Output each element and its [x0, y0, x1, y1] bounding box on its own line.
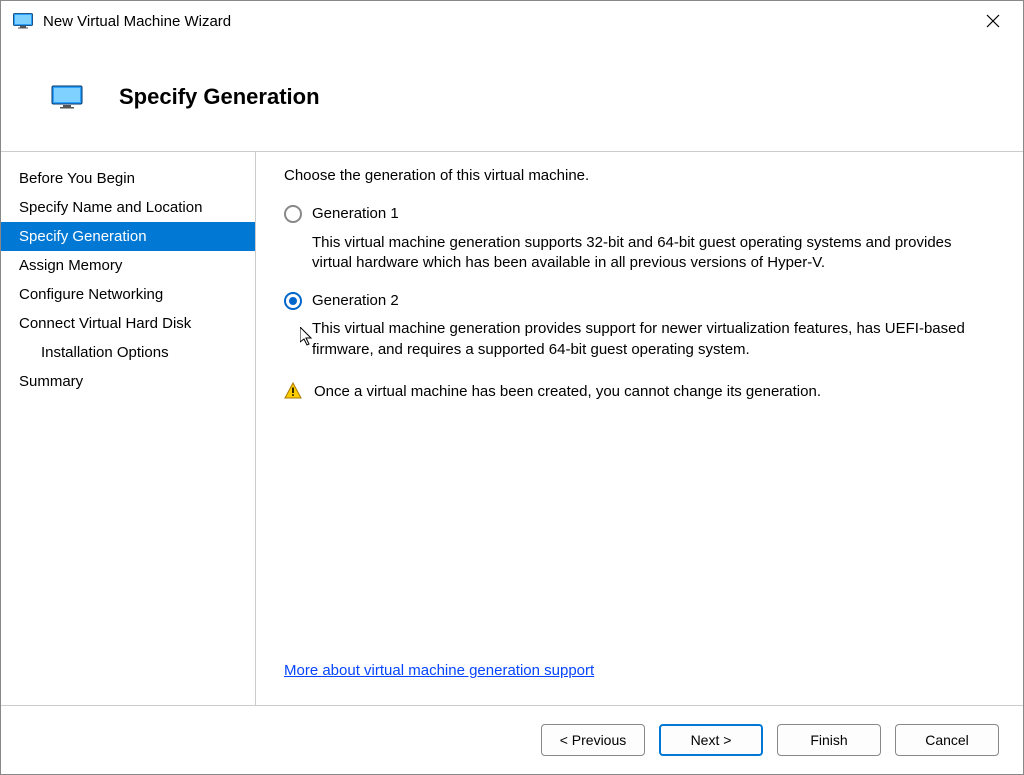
titlebar: New Virtual Machine Wizard — [1, 1, 1023, 42]
generation-1-option[interactable]: Generation 1 — [284, 204, 1005, 224]
sidebar-item-assign-memory[interactable]: Assign Memory — [1, 251, 255, 280]
radio-unchecked-icon — [284, 205, 302, 223]
warning-text: Once a virtual machine has been created,… — [314, 382, 821, 402]
sidebar-item-specify-generation[interactable]: Specify Generation — [1, 222, 255, 251]
generation-1-label: Generation 1 — [312, 204, 399, 224]
generation-2-label: Generation 2 — [312, 291, 399, 311]
sidebar-item-label: Specify Generation — [19, 228, 147, 245]
finish-button[interactable]: Finish — [777, 724, 881, 756]
content-panel: Choose the generation of this virtual ma… — [256, 152, 1023, 705]
sidebar-item-label: Connect Virtual Hard Disk — [19, 315, 191, 332]
sidebar-item-specify-name[interactable]: Specify Name and Location — [1, 193, 255, 222]
sidebar-item-summary[interactable]: Summary — [1, 367, 255, 396]
radio-checked-icon — [284, 292, 302, 310]
sidebar-item-label: Specify Name and Location — [19, 199, 202, 216]
warning-row: Once a virtual machine has been created,… — [284, 382, 1005, 402]
next-button[interactable]: Next > — [659, 724, 763, 756]
sidebar-item-label: Summary — [19, 373, 83, 390]
sidebar-item-before-you-begin[interactable]: Before You Begin — [1, 164, 255, 193]
wizard-footer: < Previous Next > Finish Cancel — [1, 705, 1023, 774]
close-button[interactable] — [973, 1, 1013, 41]
sidebar-item-configure-networking[interactable]: Configure Networking — [1, 280, 255, 309]
intro-text: Choose the generation of this virtual ma… — [284, 166, 1005, 186]
page-title: Specify Generation — [119, 84, 320, 110]
app-icon — [13, 13, 33, 29]
generation-2-description: This virtual machine generation provides… — [312, 319, 995, 360]
sidebar-item-label: Assign Memory — [19, 257, 122, 274]
wizard-body: Before You Begin Specify Name and Locati… — [1, 152, 1023, 705]
previous-button[interactable]: < Previous — [541, 724, 645, 756]
wizard-header: Specify Generation — [1, 42, 1023, 152]
header-icon — [51, 85, 83, 109]
sidebar-item-label: Before You Begin — [19, 170, 135, 187]
warning-icon — [284, 382, 302, 400]
more-info-link[interactable]: More about virtual machine generation su… — [284, 662, 594, 679]
sidebar-item-label: Configure Networking — [19, 286, 163, 303]
generation-1-description: This virtual machine generation supports… — [312, 233, 995, 274]
sidebar-item-connect-vhd[interactable]: Connect Virtual Hard Disk — [1, 309, 255, 338]
sidebar-item-installation-options[interactable]: Installation Options — [1, 338, 255, 367]
sidebar-item-label: Installation Options — [41, 344, 169, 361]
help-link-row: More about virtual machine generation su… — [284, 661, 1005, 695]
cancel-button[interactable]: Cancel — [895, 724, 999, 756]
wizard-window: New Virtual Machine Wizard Specify Gener… — [0, 0, 1024, 775]
window-title: New Virtual Machine Wizard — [43, 13, 231, 30]
sidebar: Before You Begin Specify Name and Locati… — [1, 152, 256, 705]
generation-2-option[interactable]: Generation 2 — [284, 291, 1005, 311]
